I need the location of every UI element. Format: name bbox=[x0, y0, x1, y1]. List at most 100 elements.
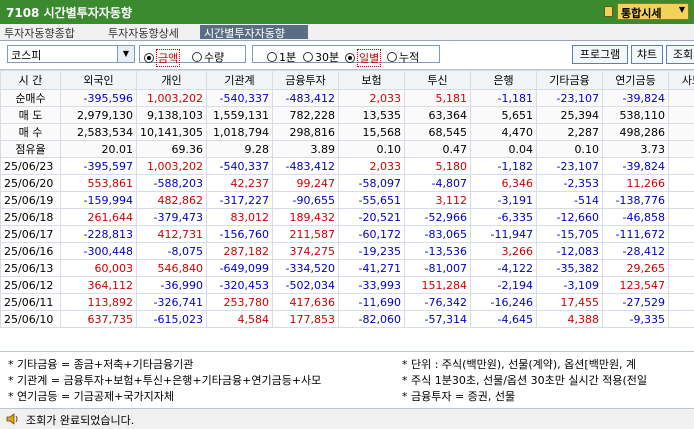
column-header[interactable]: 개인 bbox=[137, 71, 207, 90]
radio-amount[interactable]: 금액 bbox=[144, 49, 180, 67]
tab-hourly-investor[interactable]: 시간별투자자동향 bbox=[200, 25, 308, 39]
table-row[interactable]: 25/06/17-228,813412,731-156,760211,587-6… bbox=[1, 226, 694, 243]
date-cell: 25/06/17 bbox=[1, 226, 61, 243]
value-cell bbox=[669, 158, 694, 175]
radio-quantity[interactable]: 수량 bbox=[192, 49, 224, 65]
value-cell: 374,275 bbox=[273, 243, 339, 260]
summary-cell: 1,018,794 bbox=[207, 124, 273, 141]
tab-investor-detail[interactable]: 투자자동향상세 bbox=[104, 25, 198, 39]
radio-quantity-label: 수량 bbox=[204, 49, 224, 65]
radio-30min[interactable]: 30분 bbox=[303, 49, 339, 65]
lock-icon[interactable] bbox=[604, 6, 613, 17]
column-header[interactable]: 외국인 bbox=[61, 71, 137, 90]
value-cell: 287,182 bbox=[207, 243, 273, 260]
table-row[interactable]: 25/06/23-395,5971,003,202-540,337-483,41… bbox=[1, 158, 694, 175]
summary-cell: 68,545 bbox=[405, 124, 471, 141]
table-row[interactable]: 25/06/18261,644-379,47383,012189,432-20,… bbox=[1, 209, 694, 226]
column-header[interactable]: 연기금등 bbox=[603, 71, 669, 90]
integrated-quote-combo[interactable]: 통합시세 ▼ bbox=[617, 3, 689, 20]
note-right-1: * 단위 : 주식(백만원), 선물(계약), 옵션[백만원, 계 bbox=[402, 356, 636, 372]
column-header[interactable]: 투신 bbox=[405, 71, 471, 90]
status-message: 조회가 완료되었습니다. bbox=[26, 412, 134, 428]
value-cell: -17 bbox=[669, 243, 694, 260]
value-cell: -156,760 bbox=[207, 226, 273, 243]
radio-dot-icon bbox=[267, 52, 277, 62]
value-cell: 3,266 bbox=[471, 243, 537, 260]
column-header[interactable]: 시 간 bbox=[1, 71, 61, 90]
summary-cell: 9,138,103 bbox=[137, 107, 207, 124]
table-row[interactable]: 25/06/19-159,994482,862-317,227-90,655-5… bbox=[1, 192, 694, 209]
tab-investor-summary[interactable]: 투자자동향종합 bbox=[0, 25, 102, 39]
date-cell: 25/06/19 bbox=[1, 192, 61, 209]
market-value: 코스피 bbox=[11, 49, 41, 62]
table-row[interactable]: 25/06/10637,735-615,0234,584177,853-82,0… bbox=[1, 311, 694, 328]
summary-cell: 2,287 bbox=[537, 124, 603, 141]
summary-row: 매 도2,979,1309,138,1031,559,131782,22813,… bbox=[1, 107, 694, 124]
value-cell: -49 bbox=[669, 294, 694, 311]
table-row[interactable]: 25/06/12364,112-36,990-320,453-502,034-3… bbox=[1, 277, 694, 294]
radio-1min[interactable]: 1분 bbox=[267, 49, 296, 65]
summary-cell: 130 bbox=[669, 107, 694, 124]
value-cell: 1,003,202 bbox=[137, 158, 207, 175]
summary-cell: -540,337 bbox=[207, 90, 273, 107]
table-row[interactable]: 25/06/16-300,448-8,075287,182374,275-19,… bbox=[1, 243, 694, 260]
value-cell: 3,112 bbox=[405, 192, 471, 209]
column-header[interactable]: 사모펀 bbox=[669, 71, 694, 90]
summary-cell: 130 bbox=[669, 124, 694, 141]
radio-cumulative[interactable]: 누적 bbox=[387, 49, 419, 65]
query-button[interactable]: 조회 bbox=[666, 45, 694, 64]
value-cell: -19,235 bbox=[339, 243, 405, 260]
table-row[interactable]: 25/06/11113,892-326,741253,780417,636-11… bbox=[1, 294, 694, 311]
value-cell: -57,314 bbox=[405, 311, 471, 328]
value-cell: -53 bbox=[669, 277, 694, 294]
value-cell: 123,547 bbox=[603, 277, 669, 294]
column-header[interactable]: 보험 bbox=[339, 71, 405, 90]
value-cell: -228,813 bbox=[61, 226, 137, 243]
chevron-down-icon: ▼ bbox=[679, 5, 685, 14]
summary-cell: -395,596 bbox=[61, 90, 137, 107]
summary-cell: 69.36 bbox=[137, 141, 207, 158]
radio-30min-label: 30분 bbox=[315, 49, 339, 65]
value-cell: -326,741 bbox=[137, 294, 207, 311]
toolbar: 코스피 ▼ 금액 수량 1분 30분 일별 누적 프로그램 챠트 조회 bbox=[0, 41, 694, 69]
summary-cell: 2,979,130 bbox=[61, 107, 137, 124]
summary-cell: -23,107 bbox=[537, 90, 603, 107]
value-cell: 4,584 bbox=[207, 311, 273, 328]
chevron-down-icon[interactable]: ▼ bbox=[117, 46, 134, 62]
value-cell: -33,993 bbox=[339, 277, 405, 294]
market-select[interactable]: 코스피 ▼ bbox=[7, 45, 135, 63]
investor-table: 시 간외국인개인기관계금융투자보험투신은행기타금융연기금등사모펀 순매수-395… bbox=[0, 70, 694, 328]
column-header[interactable]: 은행 bbox=[471, 71, 537, 90]
value-cell: -502,034 bbox=[273, 277, 339, 294]
combo-label: 통합시세 bbox=[621, 7, 661, 20]
value-cell: -24 bbox=[669, 311, 694, 328]
value-cell: -12,660 bbox=[537, 209, 603, 226]
column-header[interactable]: 금융투자 bbox=[273, 71, 339, 90]
value-cell: 29,265 bbox=[603, 260, 669, 277]
summary-row: 매 수2,583,53410,141,3051,018,794298,81615… bbox=[1, 124, 694, 141]
value-cell: -300,448 bbox=[61, 243, 137, 260]
table-row[interactable]: 25/06/20553,861-588,20342,23799,247-58,0… bbox=[1, 175, 694, 192]
table-row[interactable]: 25/06/1360,003546,840-649,099-334,520-41… bbox=[1, 260, 694, 277]
value-cell: 6,346 bbox=[471, 175, 537, 192]
value-cell: 253,780 bbox=[207, 294, 273, 311]
value-cell: 412,731 bbox=[137, 226, 207, 243]
radio-daily[interactable]: 일별 bbox=[345, 49, 381, 67]
note-right-3: * 금융투자 = 증권, 선물 bbox=[402, 388, 515, 404]
column-header[interactable]: 기타금융 bbox=[537, 71, 603, 90]
value-cell: -159,994 bbox=[61, 192, 137, 209]
title-bar: 7108 시간별투자자동향 통합시세▼ bbox=[0, 0, 694, 24]
chart-button[interactable]: 챠트 bbox=[631, 45, 663, 64]
radio-daily-label: 일별 bbox=[357, 49, 381, 67]
summary-cell: -39,824 bbox=[603, 90, 669, 107]
column-header[interactable]: 기관계 bbox=[207, 71, 273, 90]
value-cell: -13,536 bbox=[405, 243, 471, 260]
value-cell: -58,097 bbox=[339, 175, 405, 192]
value-cell: -2,194 bbox=[471, 277, 537, 294]
value-cell: -395,597 bbox=[61, 158, 137, 175]
value-cell: 83,012 bbox=[207, 209, 273, 226]
summary-cell: 2,033 bbox=[339, 90, 405, 107]
value-cell: -31 bbox=[669, 192, 694, 209]
program-button[interactable]: 프로그램 bbox=[572, 45, 628, 64]
summary-cell: -483,412 bbox=[273, 90, 339, 107]
